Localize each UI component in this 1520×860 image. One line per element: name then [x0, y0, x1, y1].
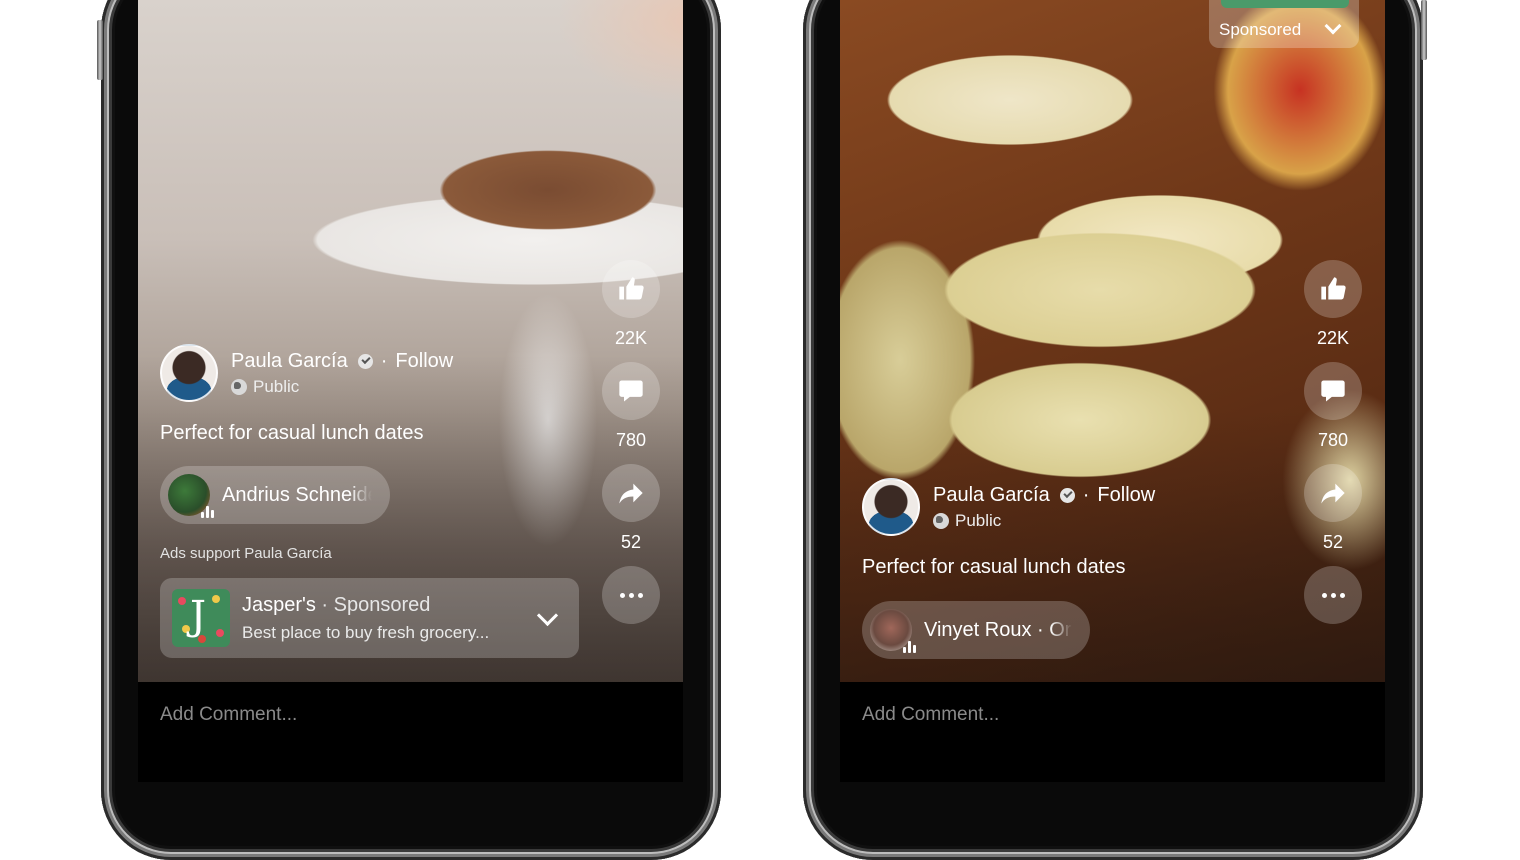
like-count: 22K	[1316, 328, 1350, 348]
phone-right: Sponsored Paula García · Follow Public P…	[803, 0, 1427, 860]
audio-wave-icon	[201, 506, 214, 518]
side-button	[97, 20, 103, 80]
like-button[interactable]	[1304, 260, 1362, 318]
thumbs-up-icon	[1321, 277, 1346, 300]
author-name[interactable]: Paula García	[933, 484, 1050, 507]
share-count: 52	[1322, 532, 1344, 552]
ad-brand-name[interactable]: Jasper's	[242, 594, 316, 616]
share-button[interactable]	[1304, 464, 1362, 522]
thumbs-up-icon	[619, 277, 644, 300]
comment-icon	[619, 380, 643, 402]
comment-bar[interactable]: Add Comment...	[840, 682, 1385, 782]
comment-button[interactable]	[602, 362, 660, 420]
share-count: 52	[620, 532, 642, 552]
author-name[interactable]: Paula García	[231, 350, 348, 373]
comment-count: 780	[1317, 430, 1349, 450]
audio-name: Andrius Schneider	[222, 483, 372, 506]
more-icon	[619, 592, 643, 598]
globe-icon	[231, 378, 247, 395]
follow-button[interactable]: Follow	[1097, 484, 1155, 507]
author-row: Paula García · Follow Public	[862, 478, 1155, 536]
audio-pill[interactable]: Vinyet Roux · Original audio	[862, 601, 1090, 659]
add-comment-input[interactable]: Add Comment...	[160, 704, 297, 726]
sponsored-label: Sponsored	[1219, 20, 1302, 39]
separator: ·	[1082, 483, 1090, 506]
follow-button[interactable]: Follow	[395, 350, 453, 373]
sponsored-label: Sponsored	[333, 593, 431, 616]
sponsor-thumbnail	[1221, 0, 1349, 8]
audio-avatar	[870, 609, 916, 653]
reel-screen[interactable]: Paula García · Follow Public Perfect for…	[138, 0, 683, 683]
comment-count: 780	[615, 430, 647, 450]
phone-left: Paula García · Follow Public Perfect for…	[97, 0, 721, 860]
more-button[interactable]	[1304, 566, 1362, 624]
audio-name: Vinyet Roux · Original audio	[924, 618, 1072, 641]
comment-icon	[1321, 380, 1345, 402]
audio-wave-icon	[903, 641, 916, 653]
globe-icon	[933, 512, 949, 529]
verified-badge-icon	[1059, 487, 1075, 503]
like-count: 22K	[614, 328, 648, 348]
ad-logo-letter: J	[190, 593, 207, 639]
privacy-label: Public	[253, 376, 300, 396]
chevron-down-icon[interactable]	[536, 604, 559, 626]
action-rail: 22K 780 52	[1303, 260, 1363, 624]
comment-button[interactable]	[1304, 362, 1362, 420]
verified-badge-icon	[357, 353, 373, 369]
privacy-label: Public	[955, 510, 1002, 530]
comment-bar[interactable]: Add Comment...	[138, 682, 683, 782]
like-button[interactable]	[602, 260, 660, 318]
ads-support-label: Ads support Paula García	[160, 545, 332, 562]
share-icon	[619, 483, 643, 504]
side-button	[1421, 0, 1427, 60]
more-button[interactable]	[602, 566, 660, 624]
chevron-down-icon[interactable]	[1324, 17, 1342, 35]
sponsored-tag[interactable]: Sponsored	[1209, 0, 1359, 48]
separator: ·	[380, 349, 388, 372]
more-icon	[1321, 592, 1345, 598]
ad-brand-logo: J	[172, 589, 230, 647]
ad-description: Best place to buy fresh grocery...	[242, 622, 490, 642]
author-avatar[interactable]	[160, 344, 218, 402]
audio-pill[interactable]: Andrius Schneider	[160, 466, 390, 524]
sponsored-ad-card[interactable]: J Jasper's · Sponsored Best place to buy…	[160, 578, 579, 658]
reel-screen[interactable]: Sponsored Paula García · Follow Public P…	[840, 0, 1385, 683]
author-row: Paula García · Follow Public	[160, 344, 453, 402]
author-avatar[interactable]	[862, 478, 920, 536]
share-button[interactable]	[602, 464, 660, 522]
separator: ·	[321, 593, 329, 616]
post-caption: Perfect for casual lunch dates	[160, 422, 424, 444]
action-rail: 22K 780 52	[601, 260, 661, 624]
add-comment-input[interactable]: Add Comment...	[862, 704, 999, 726]
audio-avatar	[168, 474, 214, 518]
post-caption: Perfect for casual lunch dates	[862, 556, 1126, 578]
share-icon	[1321, 483, 1345, 504]
